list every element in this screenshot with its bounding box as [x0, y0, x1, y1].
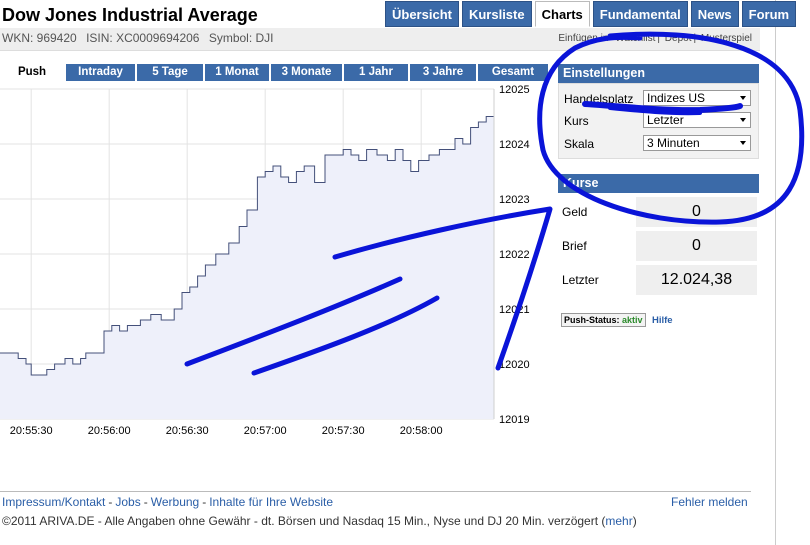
footer-links: Impressum/Kontakt - Jobs - Werbung - Inhalte f…: [2, 495, 334, 509]
range-tab-3-monate[interactable]: 3 Monate: [271, 64, 342, 81]
copyright-close: ): [632, 514, 637, 528]
x-tick-label: 20:55:30: [10, 425, 53, 437]
brief-value: 0: [636, 231, 757, 261]
range-tab-1-monat[interactable]: 1 Monat: [205, 64, 269, 81]
wkn-text: WKN: 969420: [2, 31, 77, 45]
kurs-value: Letzter: [647, 113, 684, 127]
tab-charts[interactable]: Charts: [534, 1, 590, 27]
copyright-body: ©2011 ARIVA.DE - Alle Angaben ohne Gewäh…: [2, 514, 606, 528]
x-tick-label: 20:56:30: [166, 425, 209, 437]
y-tick-label: 12019: [499, 414, 530, 426]
add-to-links: Einfügen in Watchlist | Depot | Musterspie…: [558, 33, 752, 44]
impressum-link[interactable]: Impressum/Kontakt: [2, 495, 105, 509]
tab--bersicht[interactable]: Übersicht: [385, 1, 459, 27]
symbol-text: Symbol: DJI: [208, 31, 274, 45]
copyright-text: ©2011 ARIVA.DE - Alle Angaben ohne Gewäh…: [2, 514, 637, 528]
quotes-header: Kurse: [558, 174, 759, 193]
letzter-value: 12.024,38: [636, 265, 757, 295]
page-right-border: [775, 0, 776, 545]
y-tick-label: 12023: [499, 194, 530, 206]
brief-label: Brief: [562, 239, 587, 253]
push-status-badge: Push-Status: aktiv: [561, 313, 646, 327]
dropdown-arrow-icon: [740, 118, 746, 122]
inhalte-link[interactable]: Inhalte für Ihre Website: [209, 495, 333, 509]
watchlist-link[interactable]: Watchlist: [615, 33, 655, 44]
tab-news[interactable]: News: [690, 1, 739, 27]
handelsplatz-label: Handelsplatz: [564, 92, 634, 106]
help-link[interactable]: Hilfe: [652, 315, 673, 326]
handelsplatz-select[interactable]: Indizes US: [643, 90, 751, 106]
depot-link[interactable]: Depot: [665, 33, 692, 44]
chart-range-tabs: Push Intraday 5 Tage 1 Monat 3 Monate 1 Jahr 3…: [0, 64, 548, 81]
tab-fundamental[interactable]: Fundamental: [592, 1, 688, 27]
range-tab-push[interactable]: Push: [0, 64, 64, 81]
skala-label: Skala: [564, 137, 595, 151]
dropdown-arrow-icon: [740, 141, 746, 145]
y-tick-label: 12022: [499, 249, 530, 261]
range-tab-gesamt[interactable]: Gesamt: [478, 64, 548, 81]
skala-select[interactable]: 3 Minuten: [643, 135, 751, 151]
push-status-label: Push-Status:: [564, 315, 620, 325]
musterspiel-link[interactable]: Musterspiel: [701, 33, 752, 44]
footer-divider: [0, 491, 751, 492]
range-tab-5-tage[interactable]: 5 Tage: [137, 64, 203, 81]
page-title: Dow Jones Industrial Average: [2, 5, 258, 25]
settings-header: Einstellungen: [558, 64, 759, 83]
tab-kursliste[interactable]: Kursliste: [461, 1, 532, 27]
kurs-label: Kurs: [564, 114, 589, 128]
geld-label: Geld: [562, 205, 588, 219]
skala-value: 3 Minuten: [647, 136, 700, 150]
range-tab-1-jahr[interactable]: 1 Jahr: [344, 64, 408, 81]
kurs-select[interactable]: Letzter: [643, 112, 751, 128]
y-tick-label: 12024: [499, 139, 530, 151]
werbung-link[interactable]: Werbung: [151, 495, 199, 509]
settings-panel: Handelsplatz Indizes US Kurs Letzter Ska…: [558, 83, 759, 159]
x-tick-label: 20:57:30: [322, 425, 365, 437]
letzter-label: Letzter: [562, 273, 599, 287]
handelsplatz-value: Indizes US: [647, 91, 706, 105]
tab-forum[interactable]: Forum: [741, 1, 797, 27]
range-tab-3-jahre[interactable]: 3 Jahre: [410, 64, 476, 81]
price-chart: 12019 12020 12021 12022 12023 12024 12025 20:55…: [0, 84, 530, 437]
x-tick-label: 20:56:00: [88, 425, 131, 437]
push-status-value: aktiv: [622, 315, 643, 325]
mehr-link[interactable]: mehr: [605, 514, 632, 528]
report-error-link[interactable]: Fehler melden: [671, 495, 748, 509]
y-tick-label: 12025: [499, 84, 530, 96]
dropdown-arrow-icon: [740, 96, 746, 100]
security-meta: WKN: 969420 ISIN: XC0009694206 Symbol: D…: [2, 31, 280, 45]
x-tick-label: 20:58:00: [400, 425, 443, 437]
x-tick-label: 20:57:00: [244, 425, 287, 437]
range-tab-intraday[interactable]: Intraday: [66, 64, 135, 81]
jobs-link[interactable]: Jobs: [115, 495, 140, 509]
y-tick-label: 12020: [499, 359, 530, 371]
geld-value: 0: [636, 197, 757, 227]
isin-text: ISIN: XC0009694206: [86, 31, 200, 45]
einfuegen-text: Einfügen in: [558, 33, 609, 44]
top-navigation: Übersicht Kursliste Charts Fundamental News F…: [385, 1, 797, 27]
y-tick-label: 12021: [499, 304, 530, 316]
